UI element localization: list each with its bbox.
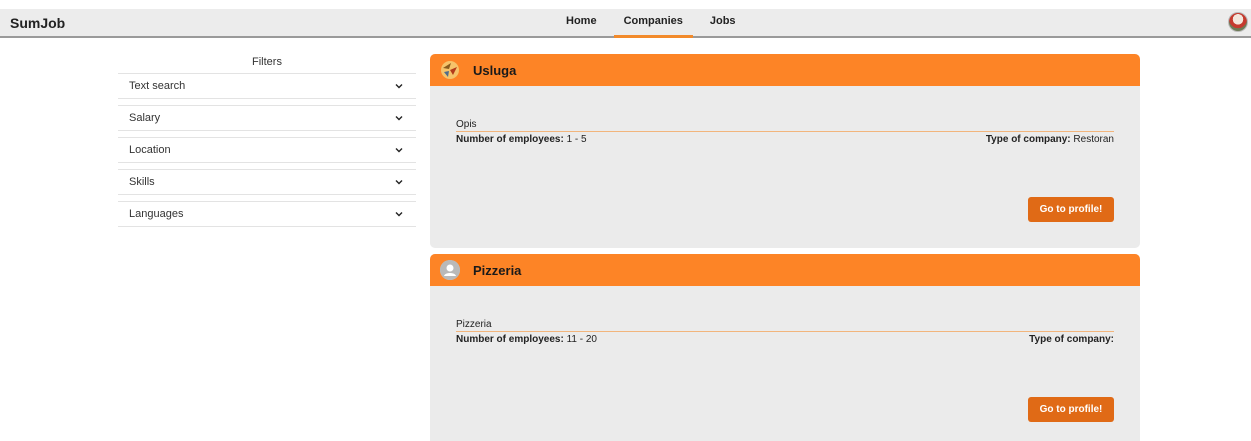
filter-languages[interactable]: Languages [118,201,416,227]
chevron-down-icon [395,180,403,185]
company-card-body: Pizzeria Number of employees: 11 - 20 Ty… [430,286,1140,422]
nav-link-companies[interactable]: Companies [613,9,694,38]
filter-label: Salary [129,112,161,124]
nav-link-jobs[interactable]: Jobs [710,9,736,36]
company-card-body: Opis Number of employees: 1 - 5 Type of … [430,86,1140,222]
company-type-label: Type of company: [985,134,1071,145]
company-type-label: Type of company: [1029,334,1114,345]
company-card-header: Pizzeria [430,254,1140,286]
employees-info: Number of employees: 1 - 5 [456,134,587,145]
filter-label: Skills [129,176,155,188]
chevron-down-icon [395,84,403,89]
chevron-down-icon [395,116,403,121]
employees-info: Number of employees: 11 - 20 [456,334,597,345]
filter-location[interactable]: Location [118,137,416,163]
filter-label: Location [129,144,171,156]
employees-value: 11 - 20 [566,334,597,345]
default-user-icon [440,260,460,280]
top-navbar: SumJob Home Companies Jobs [0,9,1251,38]
chevron-down-icon [395,212,403,217]
company-description: Opis [456,86,1114,132]
chevron-down-icon [395,148,403,153]
company-meta: Number of employees: 1 - 5 Type of compa… [456,134,1114,145]
go-to-profile-button[interactable]: Go to profile! [1028,197,1114,222]
filter-text-search[interactable]: Text search [118,73,416,99]
filter-skills[interactable]: Skills [118,169,416,195]
company-description: Pizzeria [456,286,1114,332]
filters-panel: Filters Text search Salary Location Skil… [118,54,416,233]
employees-label: Number of employees: [456,134,564,145]
nav-link-home[interactable]: Home [566,9,597,36]
employees-label: Number of employees: [456,334,564,345]
company-card: Usluga Opis Number of employees: 1 - 5 T… [430,54,1140,248]
nav-links: Home Companies Jobs [566,9,763,38]
filters-title: Filters [252,56,282,68]
go-to-profile-button[interactable]: Go to profile! [1028,397,1114,422]
brand-logo[interactable]: SumJob [10,15,65,31]
company-type-value: Restoran [1073,134,1114,145]
company-meta: Number of employees: 11 - 20 Type of com… [456,334,1114,345]
filter-salary[interactable]: Salary [118,105,416,131]
company-logo-icon [440,60,460,80]
company-name: Pizzeria [473,262,522,278]
filter-label: Text search [129,80,186,92]
employees-value: 1 - 5 [566,134,587,145]
company-card-header: Usluga [430,54,1140,86]
filter-label: Languages [129,208,184,220]
company-card: Pizzeria Pizzeria Number of employees: 1… [430,254,1140,441]
company-type-info: Type of company: Restoran [986,134,1114,145]
user-avatar[interactable] [1228,12,1248,32]
company-type-info: Type of company: [1029,334,1114,345]
company-name: Usluga [473,62,517,78]
